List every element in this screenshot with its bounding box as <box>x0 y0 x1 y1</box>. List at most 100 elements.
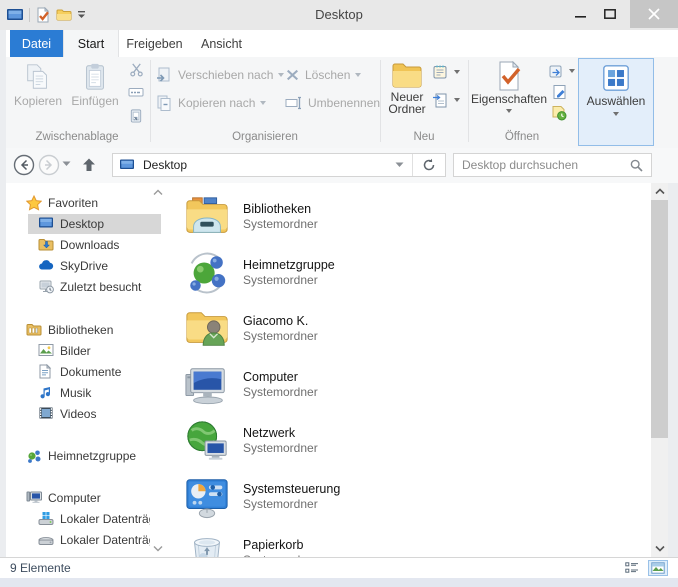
qat-customize-chevron-icon[interactable] <box>77 11 86 19</box>
group-oeffnen: Eigenschaften Öffnen <box>470 57 574 147</box>
sidebar-item-favoriten[interactable]: Favoriten <box>26 193 98 213</box>
documents-icon <box>38 364 54 380</box>
sidebar-item-zuletzt-besucht[interactable]: Zuletzt besucht <box>38 277 141 297</box>
minimize-button[interactable] <box>566 0 594 28</box>
qat-properties-icon[interactable] <box>35 7 51 23</box>
libraries-folder-icon <box>184 194 230 240</box>
history-icon <box>551 105 567 121</box>
file-item-bibliotheken[interactable]: BibliothekenSystemordner <box>184 192 614 242</box>
sidebar-item-computer[interactable]: Computer <box>26 488 101 508</box>
large-icons-view-button[interactable] <box>648 560 668 576</box>
new-item-button[interactable] <box>432 61 460 83</box>
file-item-systemsteuerung[interactable]: SystemsteuerungSystemordner <box>184 472 614 522</box>
music-icon <box>38 385 54 401</box>
sidebar-item-skydrive[interactable]: SkyDrive <box>38 256 108 276</box>
sidebar-item-downloads[interactable]: Downloads <box>38 235 119 255</box>
new-folder-icon <box>391 61 423 89</box>
address-location-icon <box>119 158 135 172</box>
explorer-app-icon[interactable] <box>6 7 24 23</box>
system-drive-icon <box>38 511 54 527</box>
edit-icon <box>552 84 567 100</box>
file-item-papierkorb[interactable]: PapierkorbSystemordner <box>184 528 614 557</box>
qat-separator <box>29 8 30 22</box>
file-item-heimnetzgruppe[interactable]: HeimnetzgruppeSystemordner <box>184 248 614 298</box>
rename-icon <box>285 96 303 110</box>
scroll-down-icon[interactable] <box>651 540 668 557</box>
group-organisieren: Verschieben nach Kopieren nach Löschen U… <box>152 57 378 147</box>
drive-icon <box>38 532 54 548</box>
file-item-computer[interactable]: ComputerSystemordner <box>184 360 614 410</box>
recent-pages-chevron-icon[interactable] <box>62 161 71 167</box>
sidebar-item-lokaler-datentraeger-1[interactable]: Lokaler Datenträg <box>38 509 150 529</box>
address-dropdown-icon[interactable] <box>395 162 404 168</box>
select-button[interactable]: Auswählen <box>578 58 654 146</box>
file-item-user-folder[interactable]: Giacomo K.Systemordner <box>184 304 614 354</box>
group-zwischenablage: Kopieren Einfügen Zwischenablage <box>6 57 148 147</box>
refresh-icon[interactable] <box>413 158 445 172</box>
copy-to-icon <box>156 95 173 111</box>
paste-shortcut-button[interactable] <box>125 105 147 125</box>
search-input[interactable] <box>454 158 630 172</box>
sidebar-item-heimnetzgruppe[interactable]: Heimnetzgruppe <box>26 446 136 466</box>
scissors-icon <box>129 62 144 77</box>
user-folder-icon <box>184 306 230 352</box>
scroll-up-icon[interactable] <box>651 183 668 200</box>
new-folder-button[interactable]: Neuer Ordner <box>384 58 430 131</box>
sidebar-item-dokumente[interactable]: Dokumente <box>38 362 121 382</box>
pictures-icon <box>38 343 54 359</box>
details-view-button[interactable] <box>622 560 642 576</box>
sidebar-item-lokaler-datentraeger-2[interactable]: Lokaler Datenträg <box>38 530 150 550</box>
tab-start[interactable]: Start <box>63 30 119 57</box>
move-to-button[interactable]: Verschieben nach <box>156 64 284 86</box>
copy-to-button[interactable]: Kopieren nach <box>156 92 266 114</box>
desktop-icon <box>38 216 54 232</box>
window-title: Desktop <box>240 7 438 22</box>
qat-new-folder-icon[interactable] <box>56 8 72 22</box>
history-button[interactable] <box>548 103 570 123</box>
address-bar[interactable]: Desktop <box>112 153 446 177</box>
file-item-netzwerk[interactable]: NetzwerkSystemordner <box>184 416 614 466</box>
navigation-bar: Desktop <box>0 148 678 183</box>
status-bar: 9 Elemente <box>0 557 678 578</box>
maximize-button[interactable] <box>596 0 624 28</box>
sidebar-item-videos[interactable]: Videos <box>38 404 96 424</box>
back-button[interactable] <box>13 154 35 176</box>
search-box[interactable] <box>453 153 652 177</box>
delete-button[interactable]: Löschen <box>285 64 361 86</box>
videos-icon <box>38 406 54 422</box>
sidebar-scroll-down-icon[interactable] <box>151 542 165 554</box>
sidebar-scroll-up-icon[interactable] <box>151 186 165 198</box>
ribbon: Kopieren Einfügen Zwischenablage Verschi… <box>0 57 678 149</box>
easy-access-button[interactable] <box>432 89 460 111</box>
control-panel-icon <box>184 474 230 520</box>
forward-button[interactable] <box>38 154 60 176</box>
paste-button[interactable]: Einfügen <box>66 58 124 131</box>
close-button[interactable] <box>630 0 678 28</box>
move-to-icon <box>156 67 173 83</box>
search-icon[interactable] <box>630 159 643 172</box>
homegroup-icon <box>26 448 42 464</box>
tab-freigeben[interactable]: Freigeben <box>118 30 191 57</box>
properties-button[interactable]: Eigenschaften <box>472 58 546 131</box>
scrollbar-thumb[interactable] <box>651 200 668 438</box>
up-button[interactable] <box>80 156 98 174</box>
sidebar-item-musik[interactable]: Musik <box>38 383 91 403</box>
open-button[interactable] <box>548 60 575 82</box>
tab-datei[interactable]: Datei <box>10 30 63 57</box>
sidebar-item-bilder[interactable]: Bilder <box>38 341 91 361</box>
edit-button[interactable] <box>548 82 570 102</box>
group-label-zwischenablage: Zwischenablage <box>6 129 148 145</box>
copy-path-button[interactable] <box>125 82 147 102</box>
recent-places-icon <box>38 279 54 295</box>
easy-access-icon <box>432 92 449 108</box>
copy-button[interactable]: Kopieren <box>10 58 66 131</box>
tab-ansicht[interactable]: Ansicht <box>191 30 252 57</box>
rename-button[interactable]: Umbenennen <box>285 92 380 114</box>
sidebar-item-desktop[interactable]: Desktop <box>38 214 104 234</box>
sidebar-item-bibliotheken[interactable]: Bibliotheken <box>26 320 113 340</box>
select-grid-icon <box>601 63 631 93</box>
ribbon-tab-strip: Datei Start Freigeben Ansicht ? <box>0 30 678 57</box>
cut-button[interactable] <box>125 59 147 79</box>
quick-access-toolbar <box>6 6 86 24</box>
main-scrollbar[interactable] <box>651 183 668 557</box>
